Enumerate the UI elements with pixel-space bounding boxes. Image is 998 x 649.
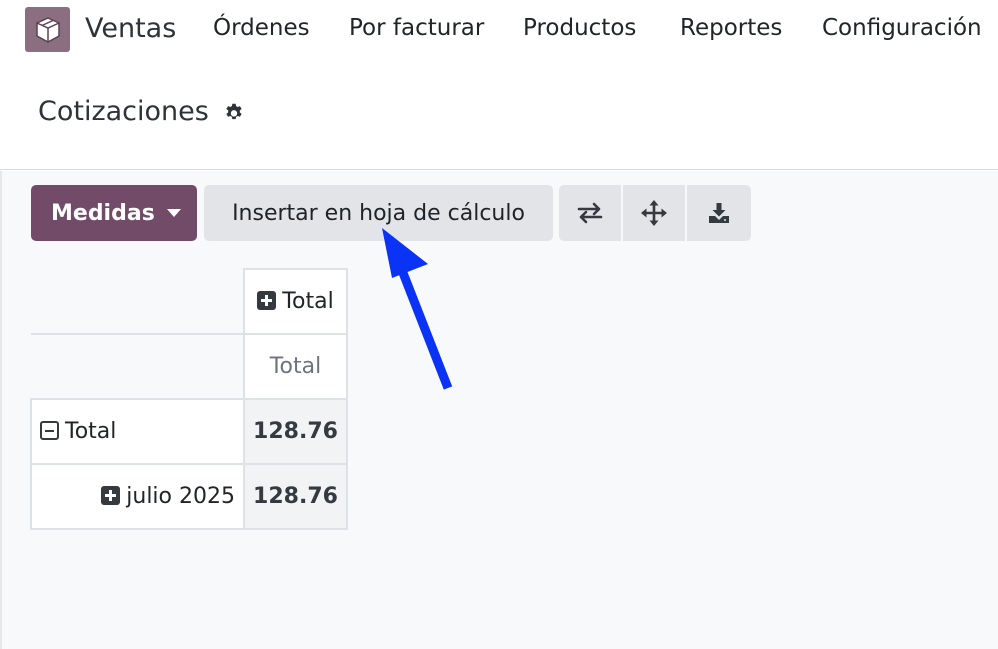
- pivot-measure-header[interactable]: Total: [243, 333, 348, 400]
- pivot-table: Total Total Total 128.76 julio 2025 128.…: [30, 268, 348, 530]
- plus-square-icon: [101, 486, 121, 505]
- caret-down-icon: [166, 209, 181, 217]
- menu-por-facturar[interactable]: Por facturar: [349, 15, 484, 41]
- menu-reportes[interactable]: Reportes: [680, 15, 782, 41]
- annotation-arrow-icon: [382, 228, 453, 390]
- menu-ordenes[interactable]: Órdenes: [213, 15, 310, 41]
- measures-label: Medidas: [51, 200, 155, 226]
- measures-button[interactable]: Medidas: [31, 185, 197, 241]
- pivot-row-header-total[interactable]: Total: [30, 398, 245, 465]
- flip-axis-icon: [577, 202, 603, 224]
- minus-square-icon: [40, 421, 59, 440]
- expand-all-button[interactable]: [623, 185, 687, 241]
- page-title: Cotizaciones: [38, 96, 209, 127]
- download-button[interactable]: [687, 185, 751, 241]
- top-navbar: Ventas Órdenes Por facturar Productos Re…: [0, 0, 998, 62]
- pivot-corner: [31, 334, 245, 400]
- sales-app-icon[interactable]: [25, 7, 70, 52]
- app-name[interactable]: Ventas: [85, 13, 176, 44]
- pivot-cell-julio-2025[interactable]: 128.76: [243, 463, 348, 530]
- gear-icon[interactable]: [223, 101, 245, 123]
- pivot-actions-group: [559, 185, 751, 241]
- control-panel: Cotizaciones: [0, 62, 998, 170]
- menu-productos[interactable]: Productos: [523, 15, 636, 41]
- download-icon: [709, 203, 729, 223]
- pivot-col-header[interactable]: Total: [243, 268, 348, 335]
- expand-all-icon: [641, 200, 667, 226]
- pivot-corner: [31, 269, 245, 335]
- flip-axis-button[interactable]: [559, 185, 623, 241]
- menu-configuracion[interactable]: Configuración: [822, 15, 982, 41]
- pivot-row-header-julio-2025[interactable]: julio 2025: [30, 463, 245, 530]
- pivot-cell-total[interactable]: 128.76: [243, 398, 348, 465]
- plus-square-icon: [257, 291, 277, 310]
